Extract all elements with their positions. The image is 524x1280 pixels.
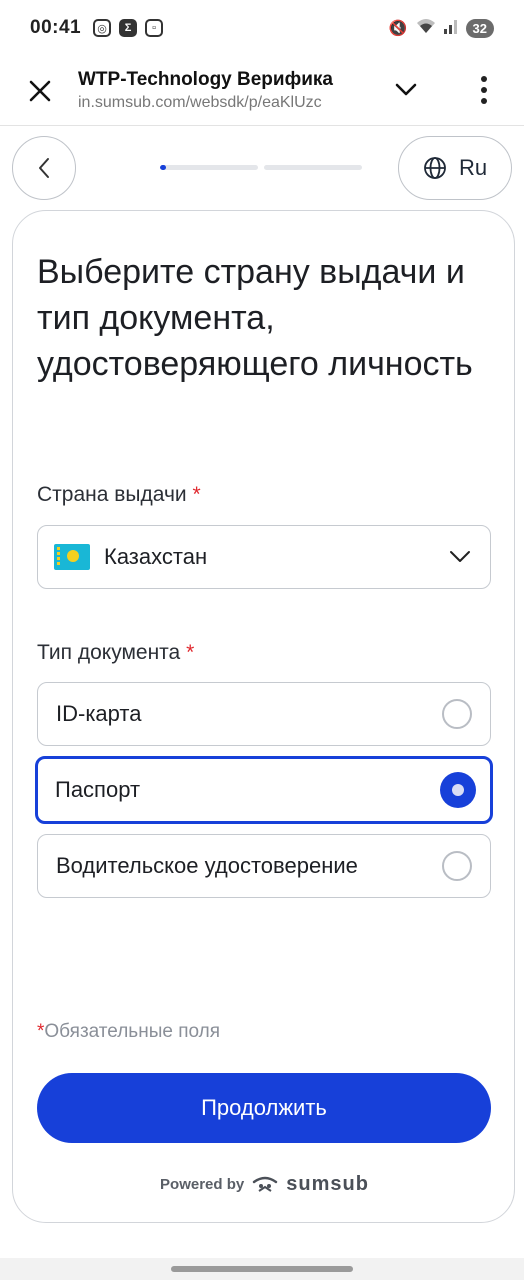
language-label: Ru <box>458 155 488 180</box>
instagram-icon: ◎ <box>93 19 112 37</box>
document-form-card: Выберите страну выдачи и тип документа, … <box>12 210 515 1223</box>
expand-page-info-button[interactable] <box>388 72 424 108</box>
doctype-field-label: Тип документа * <box>37 641 194 665</box>
status-icons-right: 🔇 32 <box>389 18 494 38</box>
progress-segment <box>264 165 362 170</box>
status-time: 00:41 <box>30 17 82 38</box>
sumsub-brand: sumsub <box>286 1173 369 1195</box>
progress-segment <box>160 165 258 170</box>
language-button[interactable]: Ru <box>398 136 512 200</box>
radio-button[interactable] <box>442 699 472 729</box>
wifi-icon <box>416 18 436 38</box>
sumsub-logo-icon <box>253 1176 278 1192</box>
sigma-app-icon: Σ <box>119 19 138 37</box>
radio-button-checked[interactable] <box>440 772 476 808</box>
doctype-label-text: Тип документа <box>37 641 181 664</box>
doctype-option-driver-license[interactable]: Водительское удостоверение <box>37 834 491 898</box>
battery-indicator: 32 <box>465 18 494 38</box>
kazakhstan-flag-icon <box>54 544 90 570</box>
signal-icon <box>443 18 458 38</box>
globe-icon <box>424 157 446 179</box>
close-icon <box>29 80 51 101</box>
chevron-left-icon <box>39 158 49 178</box>
more-vert-dot <box>481 98 487 104</box>
country-value: Казахстан <box>104 544 208 569</box>
country-field-label: Страна выдачи * <box>37 483 201 507</box>
status-bar: 00:41 ◎ Σ ▫ 🔇 32 <box>0 0 524 56</box>
doctype-option-id-card[interactable]: ID-карта <box>37 682 491 746</box>
option-label: ID-карта <box>56 701 142 726</box>
more-vert-dot <box>481 87 487 93</box>
chevron-down-icon <box>395 83 417 96</box>
home-indicator[interactable] <box>171 1266 353 1272</box>
doctype-option-passport[interactable]: Паспорт <box>35 756 493 824</box>
back-button[interactable] <box>12 136 76 200</box>
more-menu-button[interactable] <box>470 70 498 110</box>
option-label: Паспорт <box>55 777 141 802</box>
screenshot-icon: ▫ <box>145 19 164 37</box>
country-select[interactable]: Казахстан <box>37 525 491 589</box>
required-asterisk: * <box>192 483 201 506</box>
more-vert-icon <box>481 76 487 82</box>
browser-toolbar: WTP-Technology Верифика in.sumsub.com/we… <box>0 56 524 126</box>
status-icons-left: ◎ Σ ▫ <box>93 19 164 37</box>
required-asterisk: * <box>186 641 195 664</box>
radio-button[interactable] <box>442 851 472 881</box>
option-label: Водительское удостоверение <box>56 853 358 878</box>
powered-by-footer: Powered by sumsub <box>13 1173 516 1196</box>
required-note-text: Обязательные поля <box>44 1021 221 1042</box>
powered-by-text: Powered by <box>160 1176 245 1193</box>
country-label-text: Страна выдачи <box>37 483 187 506</box>
mute-icon: 🔇 <box>388 20 408 37</box>
page-title: WTP-Technology Верифика <box>78 69 333 90</box>
radio-dot <box>452 784 464 796</box>
page-url: in.sumsub.com/websdk/p/eaKlUzc <box>78 94 322 111</box>
step-progress <box>160 165 362 170</box>
close-tab-button[interactable] <box>20 71 60 111</box>
required-fields-note: *Обязательные поля <box>37 1021 220 1043</box>
progress-fill <box>160 165 166 170</box>
chevron-down-icon <box>446 543 474 571</box>
page-heading: Выберите страну выдачи и тип документа, … <box>37 253 473 383</box>
continue-button[interactable]: Продолжить <box>37 1073 491 1143</box>
page-info[interactable]: WTP-Technology Верифика in.sumsub.com/we… <box>78 69 368 112</box>
